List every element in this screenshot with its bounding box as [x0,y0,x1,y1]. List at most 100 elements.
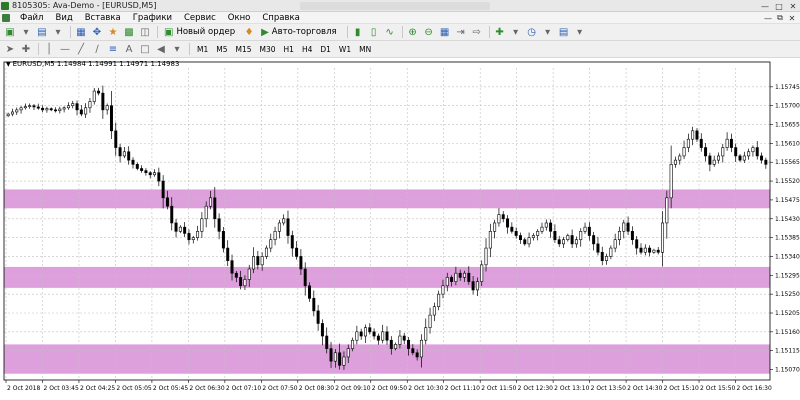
candle-body [617,231,621,241]
menu-insert[interactable]: Вставка [79,13,127,23]
zoom-in-icon[interactable]: ⊕ [406,25,420,39]
bar-chart-icon[interactable]: ▮ [351,25,365,39]
x-axis-label: 2 Oct 13:10 [554,385,589,392]
chart-restore-icon[interactable]: ⧉ [774,12,786,24]
cursor-icon[interactable]: ➤ [3,42,17,56]
timeframe-h4[interactable]: H4 [298,43,316,55]
line-chart-icon[interactable]: ∿ [383,25,397,39]
candle-body [277,222,281,232]
candlestick-icon[interactable]: ▯ [367,25,381,39]
candle-body [243,279,247,287]
timeframe-w1[interactable]: W1 [335,43,355,55]
arrows-icon[interactable]: ◀ [154,42,168,56]
toolbar-separator [401,26,403,38]
timeframe-m5[interactable]: M5 [212,43,231,55]
menu-file[interactable]: Файл [14,13,49,23]
candle-body [493,222,497,232]
zoom-out-icon[interactable]: ⊖ [422,25,436,39]
dropdown-arrow-icon[interactable]: ▾ [170,42,184,56]
candle-body [6,113,10,117]
candle-body [71,103,75,106]
candle-body [260,256,264,266]
candle-body [66,105,70,109]
trendline-icon[interactable]: ╱ [74,42,88,56]
text-label-icon[interactable]: □ [138,42,152,56]
candle-body [669,164,673,199]
y-axis-label: 1.15475 [775,197,800,204]
timeframe-mn[interactable]: MN [355,43,375,55]
candle-body [290,235,294,249]
candle-body [217,218,221,232]
crosshair-icon[interactable]: ✚ [19,42,33,56]
timeframe-h1[interactable]: H1 [280,43,298,55]
market-watch-icon[interactable]: ▦ [74,25,88,39]
x-axis-label: 2 Oct 07:50 [262,385,297,392]
strategy-tester-icon[interactable]: ◫ [138,25,152,39]
title-bar-blur [300,2,490,10]
equidistant-channel-icon[interactable]: ∕ [90,42,104,56]
candle-body [269,239,273,249]
dropdown-arrow-icon[interactable]: ▾ [19,25,33,39]
candle-body [316,310,320,324]
dropdown-arrow-icon[interactable]: ▾ [573,25,587,39]
text-tool-icon[interactable]: A [122,42,136,56]
candle-body [738,155,742,161]
maximize-icon[interactable]: □ [772,0,786,12]
horizontal-line-icon[interactable]: — [58,42,72,56]
candle-body [295,247,299,257]
chart-minimize-icon[interactable]: — [762,12,774,24]
candle-body [92,90,96,102]
tile-windows-icon[interactable]: ▦ [438,25,452,39]
dropdown-arrow-icon[interactable]: ▾ [509,25,523,39]
timeframe-d1[interactable]: D1 [316,43,335,55]
app-icon [1,1,9,10]
toolbar-separator [189,43,190,55]
candle-body [673,159,677,165]
menu-charts[interactable]: Графики [127,13,178,23]
terminal-icon[interactable]: ▩ [122,25,136,39]
metaeditor-icon[interactable]: ♦ [242,25,256,39]
candle-body [196,231,200,238]
title-bar: 8105305: Ava-Demo - [EURUSD,M5] — □ ✕ [0,0,800,12]
indicators-icon[interactable]: ✚ [493,25,507,39]
minimize-icon[interactable]: — [758,0,772,12]
timeframe-m30[interactable]: M30 [256,43,280,55]
price-chart[interactable]: 1.15745 1.15700 1.15655 1.15610 1.15565 1.155… [0,58,800,400]
y-axis-label: 1.15610 [775,140,800,147]
candle-body [88,101,92,109]
menu-help[interactable]: Справка [256,13,305,23]
candle-body [656,249,660,253]
chart-window-icon[interactable] [2,13,10,22]
new-chart-icon[interactable]: ▣ [3,25,17,39]
menu-tools[interactable]: Сервис [178,13,222,23]
vertical-line-icon[interactable]: │ [42,42,56,56]
data-window-icon[interactable]: ✥ [90,25,104,39]
timeframe-m15[interactable]: M15 [232,43,256,55]
templates-icon[interactable]: ▤ [557,25,571,39]
chart-area[interactable]: 1.15745 1.15700 1.15655 1.15610 1.15565 1.155… [0,58,800,400]
dropdown-arrow-icon[interactable]: ▾ [51,25,65,39]
candle-body [518,235,522,241]
candle-body [510,226,514,232]
candle-body [338,352,342,366]
menu-view[interactable]: Вид [49,13,78,23]
candle-body [721,147,725,157]
new-order-button[interactable]: ▣ Новый ордер [161,25,238,39]
timeframe-m1[interactable]: M1 [193,43,212,55]
candle-body [131,159,135,165]
auto-scroll-icon[interactable]: ⇨ [470,25,484,39]
close-icon[interactable]: ✕ [786,0,800,12]
menu-window[interactable]: Окно [222,13,257,23]
x-axis-label: 2 Oct 15:50 [700,385,735,392]
dropdown-arrow-icon[interactable]: ▾ [541,25,555,39]
chart-shift-icon[interactable]: ⇥ [454,25,468,39]
navigator-icon[interactable]: ★ [106,25,120,39]
candle-body [613,239,617,249]
y-axis-label: 1.15115 [775,348,800,355]
periods-icon[interactable]: ◷ [525,25,539,39]
auto-trading-button[interactable]: ▶ Авто-торговля [258,25,340,39]
fibonacci-icon[interactable]: ≡ [106,42,120,56]
profiles-icon[interactable]: ▤ [35,25,49,39]
candle-body [19,107,23,111]
chart-close-icon[interactable]: ✕ [786,12,798,24]
